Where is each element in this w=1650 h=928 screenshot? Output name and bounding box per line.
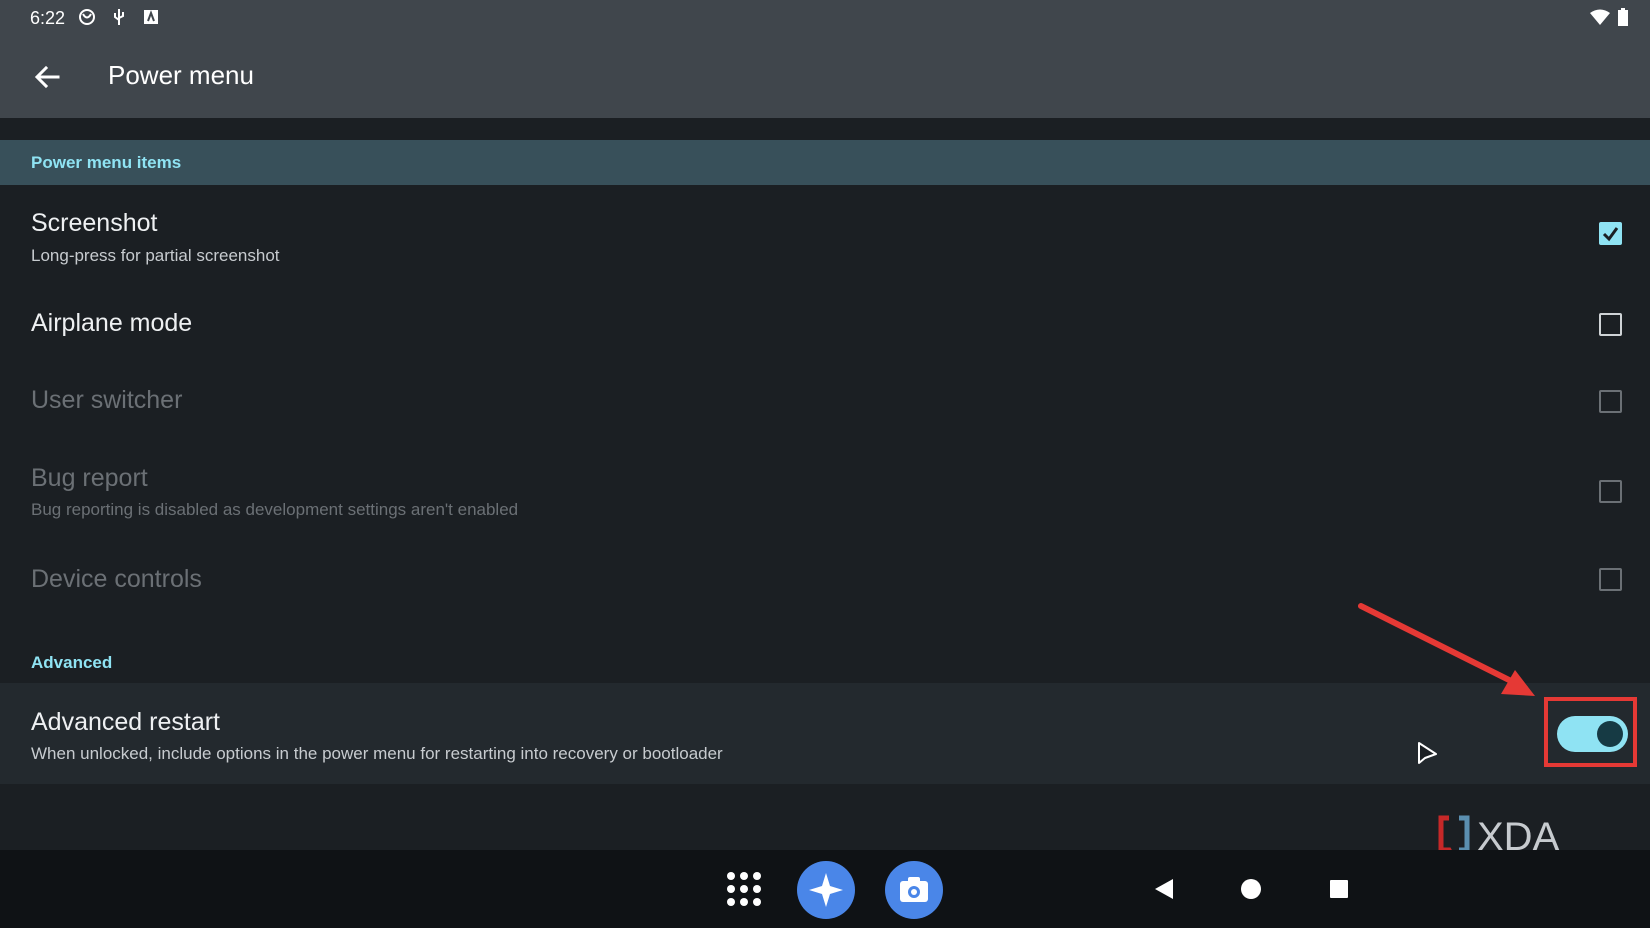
wifi-icon <box>1590 9 1610 30</box>
triangle-back-icon <box>1155 879 1173 899</box>
page-title: Power menu <box>108 60 254 90</box>
setting-user-switcher: User switcher <box>0 362 1650 436</box>
back-button[interactable] <box>30 60 64 94</box>
status-time: 6:22 <box>30 8 66 28</box>
device-controls-checkbox <box>1599 568 1622 591</box>
bug-report-checkbox <box>1599 480 1622 503</box>
section-title: Power menu items <box>31 153 182 172</box>
grid-dots-icon <box>727 872 761 906</box>
setting-subtitle: Bug reporting is disabled as development… <box>31 500 519 519</box>
user-switcher-checkbox <box>1599 390 1622 413</box>
sparkle-icon <box>797 861 855 919</box>
checkmark-icon <box>1602 227 1619 242</box>
keyboard-a-icon <box>142 8 160 26</box>
usb-icon <box>110 8 128 26</box>
section-header-power-menu-items: Power menu items <box>0 140 1650 185</box>
setting-title: Bug report <box>31 464 148 492</box>
highlight-box <box>1544 697 1637 767</box>
status-bar: 6:22 <box>0 0 1650 36</box>
app-bar: Power menu <box>0 36 1650 118</box>
nav-home-button[interactable] <box>1240 878 1262 905</box>
square-recents-icon <box>1330 880 1348 898</box>
nav-back-button[interactable] <box>1153 877 1175 906</box>
camera-icon <box>885 861 943 919</box>
setting-subtitle: Long-press for partial screenshot <box>31 246 280 265</box>
circle-home-icon <box>1241 879 1261 899</box>
setting-title: User switcher <box>31 386 183 414</box>
app-drawer-button[interactable] <box>726 871 762 912</box>
setting-title: Device controls <box>31 565 202 593</box>
arrow-left-icon <box>34 65 60 89</box>
status-icons-left <box>78 8 160 26</box>
setting-airplane-mode[interactable]: Airplane mode <box>0 285 1650 359</box>
section-title-advanced: Advanced <box>31 653 113 672</box>
setting-bug-report: Bug report Bug reporting is disabled as … <box>0 440 1650 536</box>
shield-notification-icon <box>78 8 96 26</box>
setting-title: Advanced restart <box>31 708 220 736</box>
setting-title: Airplane mode <box>31 309 193 337</box>
setting-subtitle: When unlocked, include options in the po… <box>31 744 723 763</box>
status-icons-right <box>1590 8 1628 31</box>
annotation-arrow <box>1358 603 1535 696</box>
screenshot-checkbox[interactable] <box>1599 222 1622 245</box>
battery-icon <box>1618 8 1628 31</box>
setting-title: Screenshot <box>31 209 158 237</box>
mouse-cursor-icon <box>1418 742 1437 764</box>
nav-recents-button[interactable] <box>1329 879 1349 904</box>
setting-screenshot[interactable]: Screenshot Long-press for partial screen… <box>0 185 1650 281</box>
navigation-bar <box>0 850 1650 928</box>
airplane-mode-checkbox[interactable] <box>1599 313 1622 336</box>
assistant-button[interactable] <box>797 861 855 924</box>
camera-button[interactable] <box>885 861 943 924</box>
